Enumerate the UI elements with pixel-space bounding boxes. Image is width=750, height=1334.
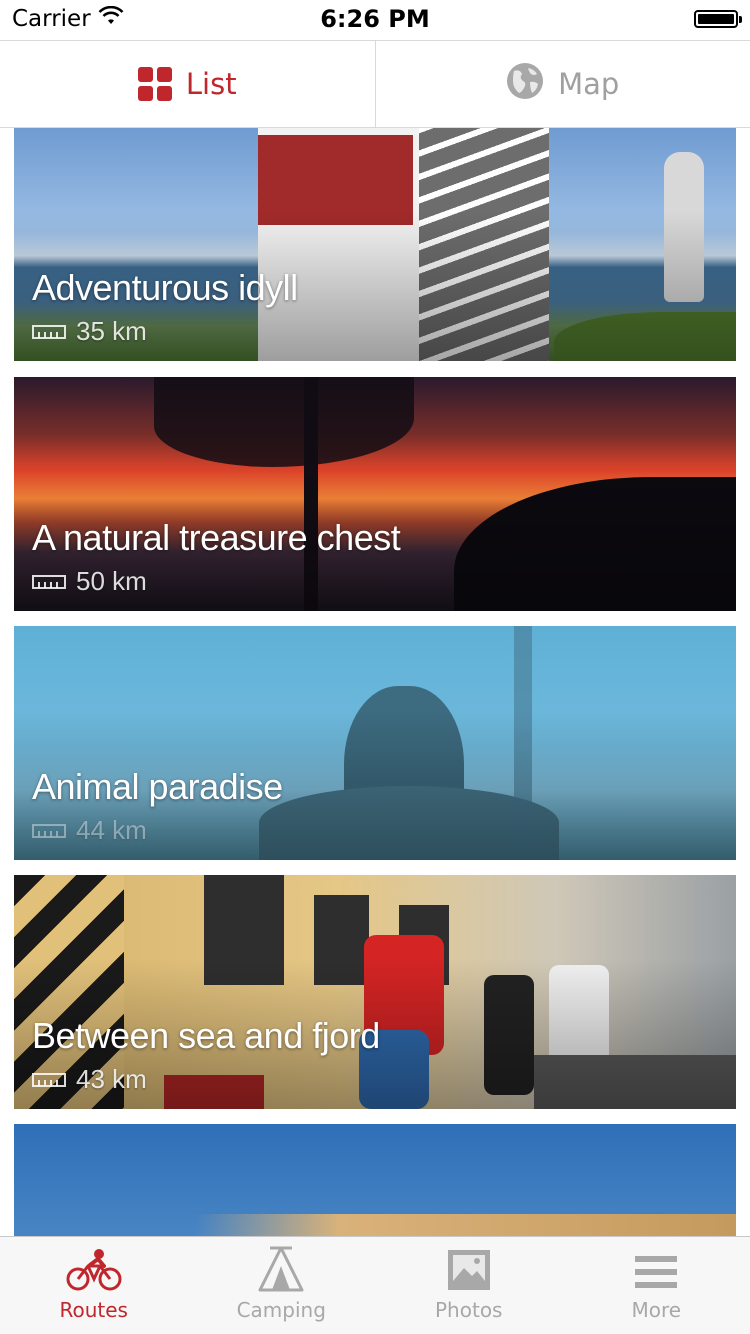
tab-photos[interactable]: Photos: [375, 1237, 563, 1334]
tab-map-label: Map: [558, 67, 620, 101]
menu-icon: [635, 1256, 678, 1288]
route-distance: 35 km: [32, 316, 147, 347]
tab-bar: Routes Camping Photos More: [0, 1236, 750, 1334]
tab-camping[interactable]: Camping: [188, 1237, 376, 1334]
bicycle-icon: [66, 1249, 122, 1291]
route-distance: 43 km: [32, 1064, 147, 1095]
tab-routes[interactable]: Routes: [0, 1237, 188, 1334]
route-title: A natural treasure chest: [32, 517, 401, 558]
route-distance: 50 km: [32, 566, 147, 597]
tab-camping-label: Camping: [236, 1298, 326, 1322]
route-card[interactable]: A natural treasure chest 50 km: [14, 377, 736, 611]
ruler-icon: [32, 324, 66, 339]
photo-icon: [447, 1250, 490, 1290]
grid-icon: [137, 67, 172, 101]
route-card[interactable]: Between sea and fjord 43 km: [14, 875, 736, 1109]
tab-more-label: More: [631, 1298, 682, 1322]
globe-icon: [506, 62, 544, 107]
tab-routes-label: Routes: [59, 1298, 128, 1322]
route-card[interactable]: Adventurous idyll 35 km: [14, 128, 736, 361]
ruler-icon: [32, 823, 66, 838]
route-title: Adventurous idyll: [32, 267, 298, 308]
route-list: Adventurous idyll 35 km A natural treasu…: [0, 128, 750, 1236]
view-switcher: List Map: [0, 40, 750, 128]
clock: 6:26 PM: [320, 5, 430, 33]
ruler-icon: [32, 1072, 66, 1087]
route-title: Animal paradise: [32, 766, 283, 807]
dune-image: [14, 1214, 736, 1236]
status-bar: Carrier 6:26 PM: [0, 0, 750, 40]
tab-list-label: List: [185, 67, 237, 101]
route-distance: 44 km: [32, 815, 147, 846]
route-card[interactable]: Animal paradise 44 km: [14, 626, 736, 860]
tab-map[interactable]: Map: [374, 41, 750, 127]
route-card[interactable]: [14, 1124, 736, 1236]
tent-icon: [258, 1246, 304, 1292]
battery-icon: [694, 10, 742, 28]
tab-more[interactable]: More: [563, 1237, 750, 1334]
route-title: Between sea and fjord: [32, 1015, 380, 1056]
tab-list[interactable]: List: [0, 41, 375, 127]
ruler-icon: [32, 574, 66, 589]
tab-photos-label: Photos: [435, 1298, 503, 1322]
